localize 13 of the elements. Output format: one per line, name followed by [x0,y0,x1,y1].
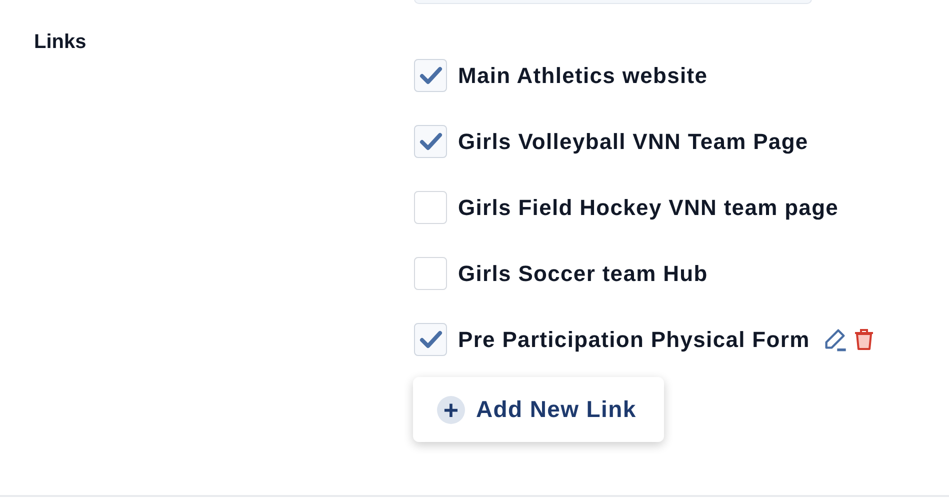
add-link-button[interactable]: + Add New Link [413,377,664,442]
checkbox[interactable] [414,124,447,158]
checkbox[interactable] [414,256,447,290]
link-label: Girls Volleyball VNN Team Page [458,128,808,156]
link-label: Pre Participation Physical Form [458,326,810,354]
link-label: Girls Soccer team Hub [458,260,708,288]
link-label: Main Athletics website [458,62,708,90]
section-label: Links [34,31,86,53]
checkbox[interactable] [414,322,447,356]
checkbox[interactable] [414,58,447,92]
plus-icon: + [437,396,465,424]
checkbox[interactable] [414,190,447,224]
link-label: Girls Field Hockey VNN team page [458,194,839,222]
